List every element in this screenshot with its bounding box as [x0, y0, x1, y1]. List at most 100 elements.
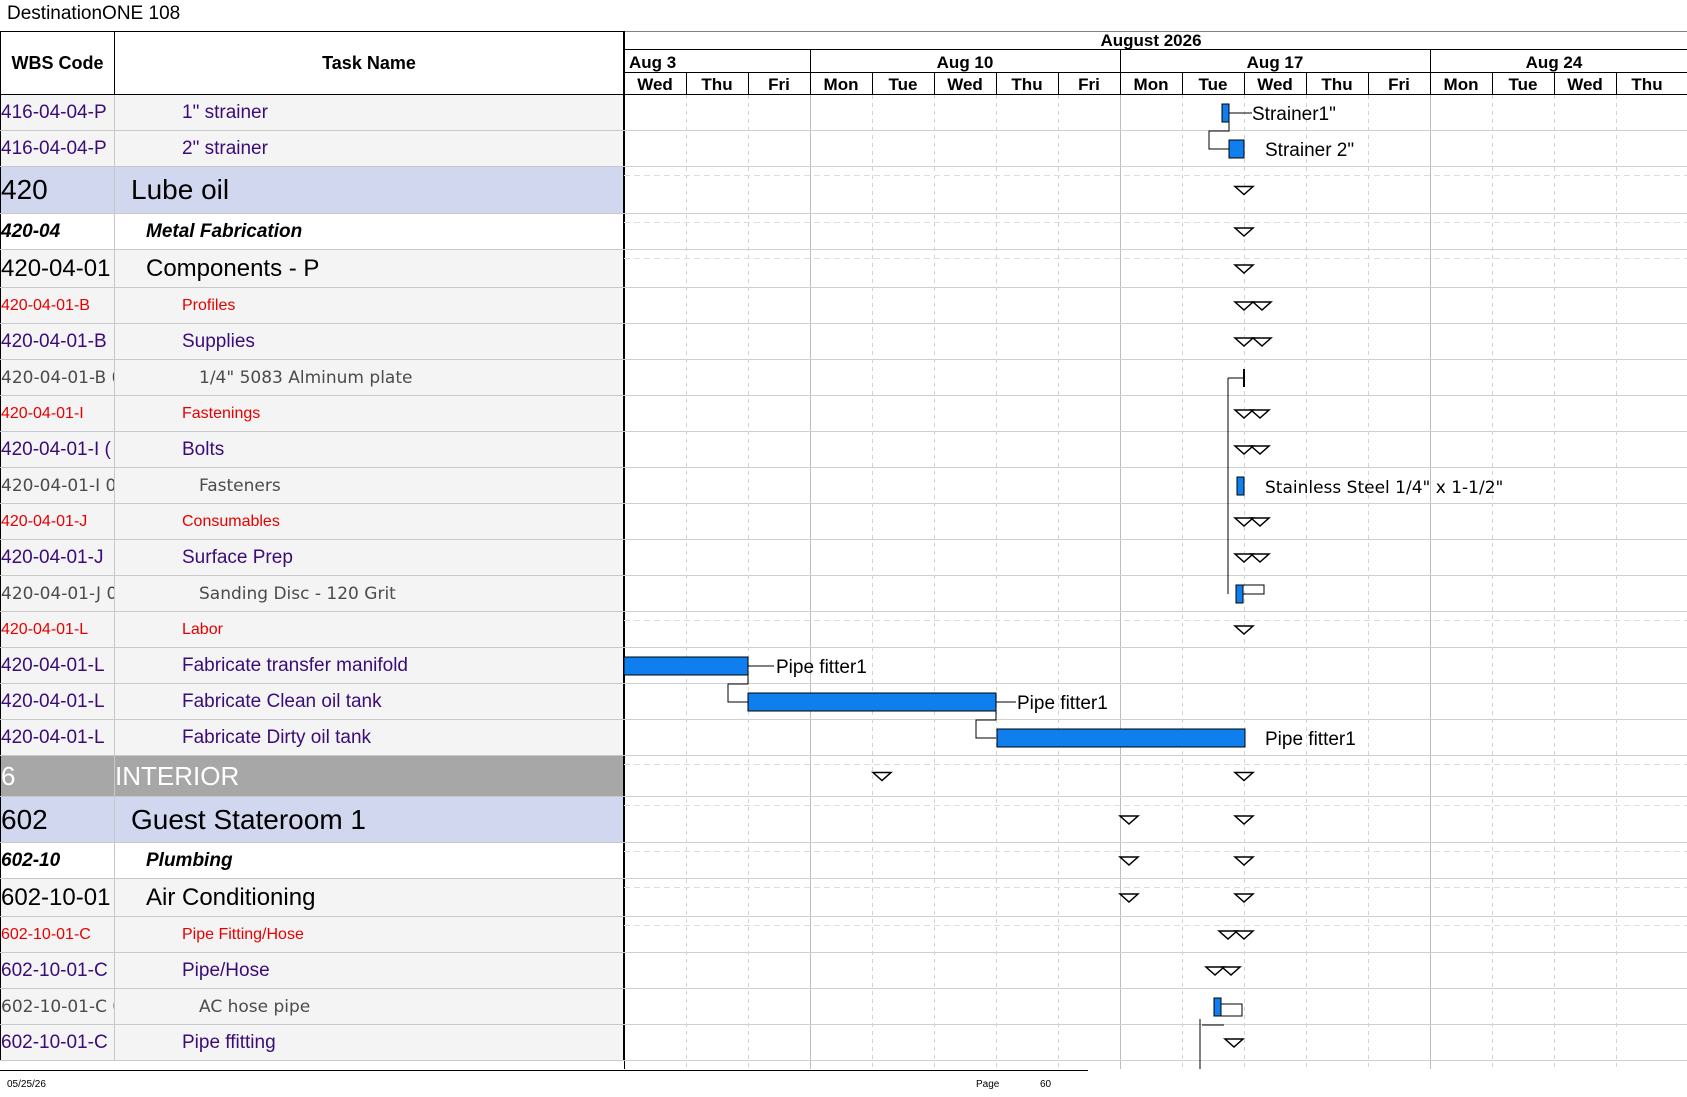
week-label: Aug 24 [1526, 53, 1583, 72]
interior-summary-marker-start [871, 771, 893, 782]
stateroom-summary-marker-start [1118, 815, 1140, 826]
table-row[interactable]: 420-04-01-I 01 Fasteners [0, 468, 624, 504]
footer-date: 05/25/26 [7, 1079, 46, 1090]
sanding-disc-bar [1235, 584, 1244, 604]
dependency-link [727, 675, 749, 703]
table-row[interactable]: 420-04-01-L Labor [0, 612, 624, 648]
components-summary-marker [1233, 264, 1255, 275]
table-row[interactable]: 602-10-01 Air Conditioning [0, 879, 624, 917]
task-name-cell: Pipe ffitting [115, 1025, 624, 1060]
wbs-code-column-header[interactable]: WBS Code [0, 32, 115, 94]
bolts-summary-marker [1249, 445, 1271, 456]
footer-page-number: 60 [1040, 1079, 1052, 1090]
gantt-chart[interactable]: August 2026 Aug 3 Aug 10 Aug 17 Aug 24 Wed Thu… [624, 31, 1687, 1069]
table-row[interactable]: 416-04-04-P 2" strainer [0, 131, 624, 167]
task-name-cell: Fastenings [115, 396, 624, 431]
task-name-cell: Consumables [115, 504, 624, 539]
table-row[interactable]: 420-04-01-I Fastenings [0, 396, 624, 432]
dirty-oil-tank-bar [996, 728, 1246, 748]
task-name-cell: 2" strainer [115, 131, 624, 166]
surface-prep-summary-marker [1233, 553, 1255, 564]
table-row[interactable]: 416-04-04-P 1" strainer [0, 95, 624, 131]
pipe-fitting-summary-marker [1217, 930, 1239, 941]
table-row[interactable]: 420-04-01-I (Bolts [0, 432, 624, 468]
wbs-code-cell: 602-10-01-C [0, 917, 115, 952]
table-row[interactable]: 602-10-01-C Pipe/Hose [0, 953, 624, 989]
strainer-2-bar [1228, 139, 1245, 159]
pipe-hose-summary-marker [1220, 966, 1242, 977]
consumables-summary-marker [1249, 517, 1271, 528]
wbs-code-cell: 420-04-01-L [0, 720, 115, 755]
table-row[interactable]: 420-04-01-B Profiles [0, 288, 624, 324]
transfer-manifold-label: Pipe fitter1 [776, 657, 867, 678]
strainer-1-label: Strainer1" [1252, 104, 1336, 125]
task-name-cell: Plumbing [115, 843, 624, 878]
task-name-cell: 1/4" 5083 Alminum plate [115, 360, 624, 395]
table-row[interactable]: 420-04 Metal Fabrication [0, 214, 624, 250]
day-label: Fri [1388, 75, 1410, 94]
table-row[interactable]: 420-04-01-J Consumables [0, 504, 624, 540]
wbs-code-cell: 420-04-01-I ( [0, 432, 115, 467]
wbs-code-cell: 602 [0, 797, 115, 842]
wbs-code-cell: 420-04-01 [0, 250, 115, 287]
stateroom-summary-marker-end [1233, 815, 1255, 826]
table-row[interactable]: 420-04-01-B Supplies [0, 324, 624, 360]
task-name-cell: Lube oil [115, 167, 624, 213]
profiles-summary-marker [1251, 301, 1273, 312]
table-row[interactable]: 420 Lube oil [0, 167, 624, 214]
table-row[interactable]: 420-04-01 Components - P [0, 250, 624, 288]
wbs-code-cell: 420-04-01-J 01 [0, 576, 115, 611]
table-row[interactable]: 602-10-01-C Pipe ffitting [0, 1025, 624, 1061]
task-name-cell: Fabricate transfer manifold [115, 648, 624, 683]
task-name-cell: Sanding Disc - 120 Grit [115, 576, 624, 611]
wbs-code-cell: 416-04-04-P [0, 95, 115, 130]
table-row[interactable]: 6 INTERIOR [0, 756, 624, 797]
wbs-code-cell: 420-04-01-B [0, 324, 115, 359]
day-label: Fri [1078, 75, 1100, 94]
table-row[interactable]: 420-04-01-L Fabricate Clean oil tank [0, 684, 624, 720]
table-header: WBS Code Task Name [0, 31, 624, 95]
wbs-code-cell: 420 [0, 167, 115, 213]
clean-oil-tank-label: Pipe fitter1 [1017, 693, 1108, 714]
strainer-2-label: Strainer 2" [1265, 140, 1354, 161]
table-row[interactable]: 602 Guest Stateroom 1 [0, 797, 624, 843]
day-label: Tue [1509, 75, 1538, 94]
wbs-code-cell: 602-10 [0, 843, 115, 878]
table-row[interactable]: 420-04-01-J Surface Prep [0, 540, 624, 576]
gantt-chart-canvas[interactable]: August 2026 Aug 3 Aug 10 Aug 17 Aug 24 Wed Thu… [624, 31, 1687, 1069]
metal-fabrication-summary-marker [1233, 227, 1255, 238]
lube-oil-summary-marker [1233, 185, 1255, 196]
task-name-column-header[interactable]: Task Name [115, 32, 624, 94]
supplies-summary-marker [1233, 337, 1255, 348]
day-label: Mon [1134, 75, 1169, 94]
day-label: Thu [701, 75, 732, 94]
wbs-code-cell: 420-04-01-J [0, 504, 115, 539]
table-row[interactable]: 602-10-01-C Pipe Fitting/Hose [0, 917, 624, 953]
table-row[interactable]: 420-04-01-L Fabricate Dirty oil tank [0, 720, 624, 756]
wbs-code-cell: 420-04-01-J [0, 540, 115, 575]
day-label: Mon [1444, 75, 1479, 94]
air-conditioning-summary-marker-start [1118, 893, 1140, 904]
month-label: August 2026 [1100, 31, 1201, 50]
table-row[interactable]: 420-04-01-L Fabricate transfer manifold [0, 648, 624, 684]
day-label: Mon [824, 75, 859, 94]
task-name-cell: Labor [115, 612, 624, 647]
task-name-cell: Bolts [115, 432, 624, 467]
plumbing-summary-marker-end [1233, 856, 1255, 867]
pipe-fitting-summary-marker [1233, 930, 1255, 941]
week-label: Aug 17 [1247, 53, 1304, 72]
task-name-cell: Fabricate Clean oil tank [115, 684, 624, 719]
task-name-cell: Metal Fabrication [115, 214, 624, 249]
table-row[interactable]: 602-10-01-C 0 AC hose pipe [0, 989, 624, 1025]
task-name-cell: Components - P [115, 250, 624, 287]
table-row[interactable]: 420-04-01-B 0 1/4" 5083 Alminum plate [0, 360, 624, 396]
table-row[interactable]: 602-10 Plumbing [0, 843, 624, 879]
table-row[interactable]: 420-04-01-J 01Sanding Disc - 120 Grit [0, 576, 624, 612]
wbs-code-cell: 602-10-01 [0, 879, 115, 916]
task-name-cell: Pipe/Hose [115, 953, 624, 988]
wbs-code-cell: 420-04-01-L [0, 648, 115, 683]
day-label: Tue [1199, 75, 1228, 94]
wbs-code-cell: 420-04 [0, 214, 115, 249]
dirty-oil-tank-label: Pipe fitter1 [1265, 729, 1356, 750]
wbs-code-cell: 420-04-01-L [0, 684, 115, 719]
